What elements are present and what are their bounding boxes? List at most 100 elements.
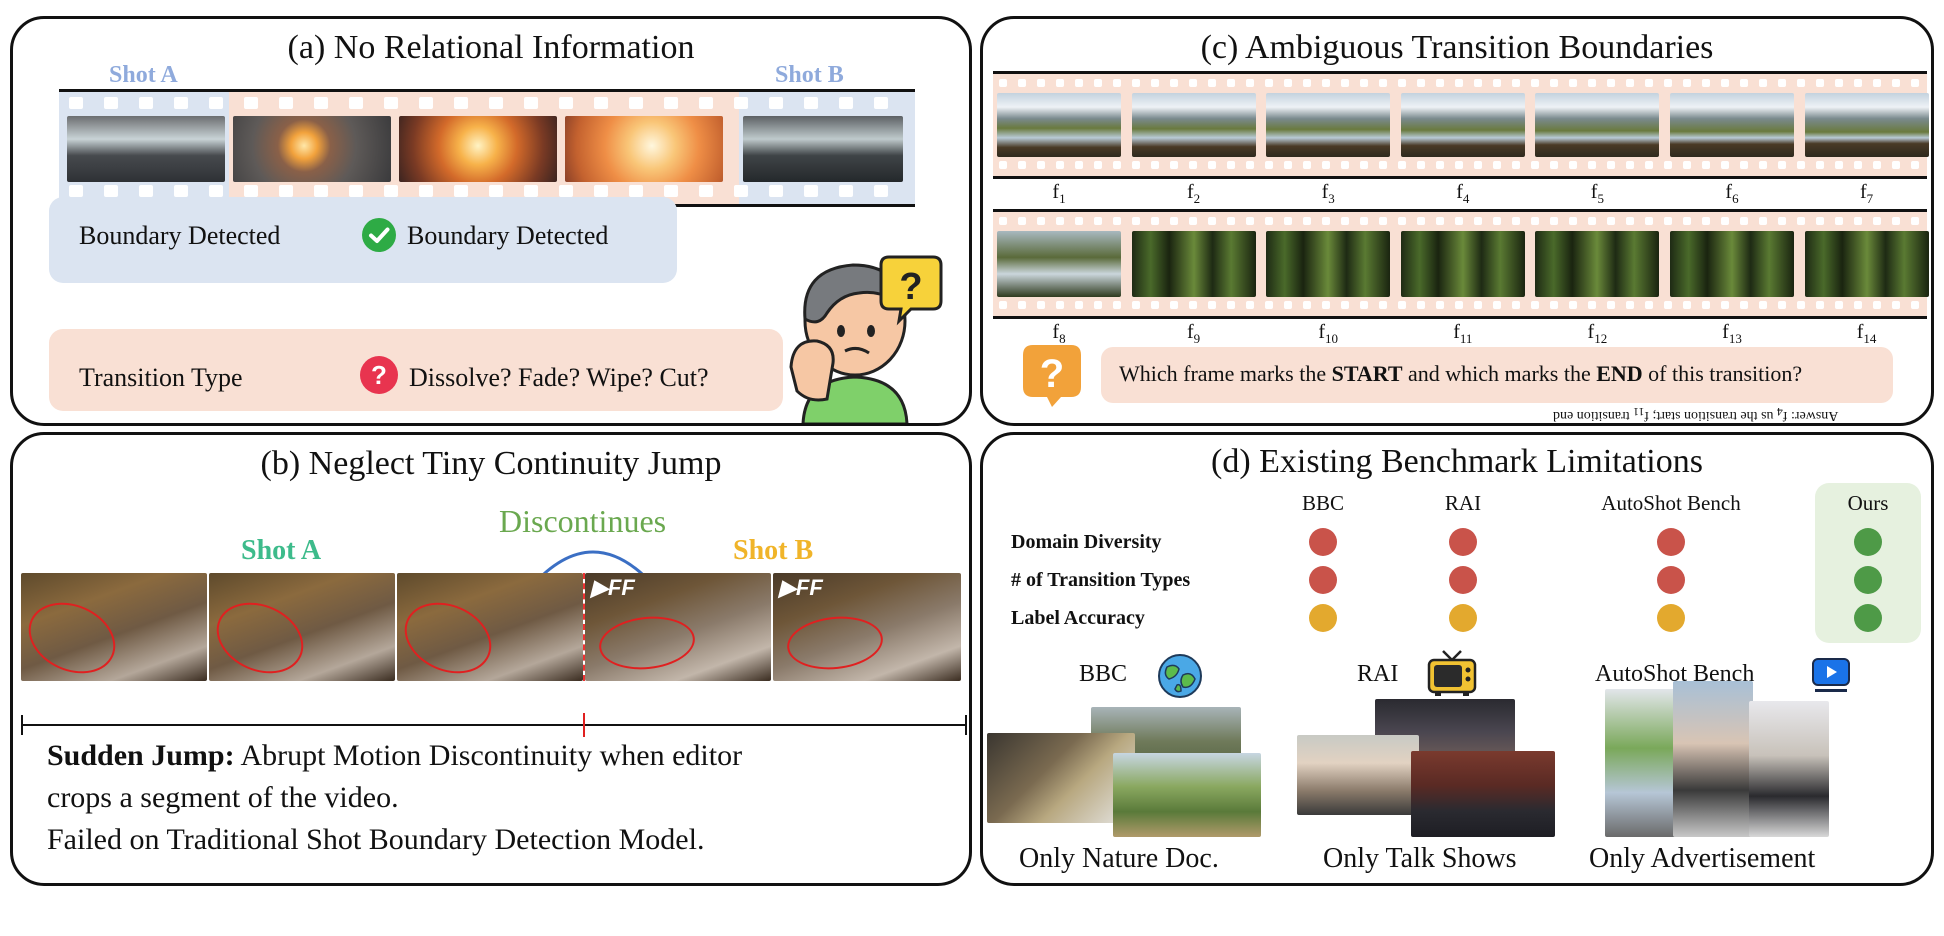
sprocket-hole [1664, 217, 1672, 225]
sprocket-hole [1341, 217, 1349, 225]
sprocket-hole [1550, 79, 1558, 87]
sprocket-hole [1189, 301, 1197, 309]
sprocket-hole [839, 97, 853, 109]
sprocket-hole [1550, 217, 1558, 225]
sprocket-hole [1208, 217, 1216, 225]
sprocket-hole [174, 185, 188, 197]
sprocket-hole [1645, 161, 1653, 169]
sprocket-hole [1892, 79, 1900, 87]
status-dot-yellow [1657, 604, 1685, 632]
sprocket-hole [1094, 79, 1102, 87]
video-frames-strip: ▶FF ▶FF [17, 573, 961, 687]
sprocket-hole [1759, 79, 1767, 87]
sprocket-hole [769, 185, 783, 197]
sprocket-hole [1607, 217, 1615, 225]
sprocket-hole [1683, 79, 1691, 87]
sprocket-hole [1474, 301, 1482, 309]
sprocket-hole [1664, 79, 1672, 87]
dataset-name-bbc: BBC [1079, 661, 1128, 687]
sprocket-hole [1626, 79, 1634, 87]
panel-a: (a) No Relational Information Shot A Sho… [10, 16, 972, 426]
sprocket-hole [209, 185, 223, 197]
frame-label: f14 [1856, 321, 1877, 346]
sprocket-hole [244, 97, 258, 109]
sprocket-hole [1835, 79, 1843, 87]
sprocket-hole [1778, 301, 1786, 309]
sprocket-hole [1037, 217, 1045, 225]
sprocket-hole [1493, 161, 1501, 169]
answer-text-upside-down: Answer: f4 us the transition start; f11 … [1553, 405, 1839, 423]
sprocket-hole [1151, 161, 1159, 169]
sprocket-hole [524, 185, 538, 197]
status-dot-yellow [1449, 604, 1477, 632]
sprocket-hole [1018, 161, 1026, 169]
sprocket-hole [1873, 217, 1881, 225]
sprocket-hole [489, 185, 503, 197]
sprocket-hole [1797, 79, 1805, 87]
sprocket-hole [1626, 301, 1634, 309]
sprocket-hole [104, 185, 118, 197]
sprocket-hole [1056, 161, 1064, 169]
sprocket-hole [1436, 301, 1444, 309]
sprocket-hole [1797, 217, 1805, 225]
sprocket-hole [1892, 301, 1900, 309]
sprocket-hole [1246, 79, 1254, 87]
sprocket-hole [1322, 79, 1330, 87]
frame-label: f6 [1725, 181, 1739, 206]
sprocket-hole [1284, 217, 1292, 225]
sprocket-hole [1797, 161, 1805, 169]
sprocket-hole [1683, 301, 1691, 309]
shot-a-label: Shot A [109, 62, 178, 88]
frame-label: f10 [1318, 321, 1339, 346]
frame-thumbnail [1804, 231, 1929, 297]
sprocket-hole [209, 97, 223, 109]
sprocket-hole [1816, 217, 1824, 225]
sprocket-hole [1474, 217, 1482, 225]
sprocket-hole [314, 185, 328, 197]
sprocket-hole [1322, 217, 1330, 225]
frame-thumbnail [1804, 93, 1929, 157]
frame-thumbnail [743, 116, 903, 182]
sprocket-hole [1170, 79, 1178, 87]
sprocket-hole [1626, 217, 1634, 225]
frame-label: f1 [1052, 181, 1066, 206]
nature-thumbnail [1113, 753, 1261, 837]
sprocket-hole [1588, 217, 1596, 225]
sprocket-hole [1189, 79, 1197, 87]
sprocket-hole [594, 97, 608, 109]
sprocket-hole [419, 185, 433, 197]
sprocket-hole [1265, 301, 1273, 309]
sprocket-hole [1740, 301, 1748, 309]
confused-person-icon: ? [783, 249, 953, 423]
sprocket-hole [664, 97, 678, 109]
sprocket-hole [349, 185, 363, 197]
sprocket-hole [1531, 217, 1539, 225]
status-dot-yellow [1309, 604, 1337, 632]
frame-label: f5 [1590, 181, 1604, 206]
sprocket-hole [1854, 301, 1862, 309]
sprocket-hole [1740, 161, 1748, 169]
filmstrip-row1 [993, 71, 1929, 179]
question-text: Which frame marks the START and which ma… [1119, 361, 1803, 386]
sprocket-hole [1493, 79, 1501, 87]
sprocket-hole [734, 97, 748, 109]
sprocket-hole [1379, 79, 1387, 87]
sprocket-hole [1341, 79, 1349, 87]
sprocket-hole [1303, 161, 1311, 169]
sprocket-hole [1645, 301, 1653, 309]
sprocket-hole [1531, 161, 1539, 169]
sprocket-hole [349, 97, 363, 109]
sprocket-hole [1151, 301, 1159, 309]
sprocket-hole [1398, 301, 1406, 309]
sprocket-hole [1284, 161, 1292, 169]
sprocket-hole [1759, 301, 1767, 309]
sprocket-hole [1493, 301, 1501, 309]
caption-line2: crops a segment of the video. [47, 781, 399, 814]
sprocket-hole [1512, 161, 1520, 169]
advertisement-thumbnail [1605, 689, 1679, 837]
caption-nature: Only Nature Doc. [1019, 843, 1219, 874]
frame-thumbnail [1535, 93, 1660, 157]
frame-thumbnail [1266, 231, 1391, 297]
checkmark-icon [361, 217, 397, 253]
sprocket-hole [559, 185, 573, 197]
